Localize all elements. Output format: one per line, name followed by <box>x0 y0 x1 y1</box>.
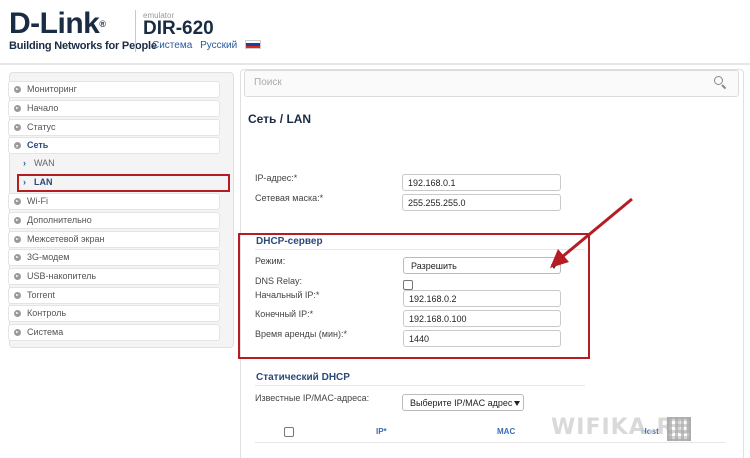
chevron-right-icon <box>14 254 21 261</box>
lan-highlight-box <box>17 174 230 192</box>
chevron-right-icon <box>14 217 21 224</box>
model-name: DIR-620 <box>143 18 214 39</box>
logo-reg-mark: ® <box>99 19 106 29</box>
chevron-right-icon <box>14 86 21 93</box>
subnet-mask-label: Сетевая маска:* <box>255 193 324 203</box>
sidebar-item-label: Межсетевой экран <box>27 234 105 244</box>
sidebar-item-label: Система <box>27 327 64 337</box>
ip-address-field[interactable]: 192.168.0.1 <box>402 174 561 191</box>
header-divider <box>135 10 136 52</box>
sidebar-item-label: Wi-Fi <box>27 196 48 206</box>
known-addresses-label: Известные IP/MAC-адреса: <box>255 393 370 403</box>
sidebar-item-label: Контроль <box>27 308 67 318</box>
chevron-right-icon <box>14 273 21 280</box>
chevron-right-icon <box>14 198 21 205</box>
sidebar-item-control[interactable]: Контроль <box>8 305 220 322</box>
table-header-divider <box>255 442 725 443</box>
search-placeholder: Поиск <box>254 77 282 88</box>
ip-address-label: IP-адрес:* <box>255 173 298 183</box>
sidebar-item-network[interactable]: Сеть <box>8 137 220 154</box>
search-input[interactable]: Поиск <box>244 70 739 97</box>
qr-code-icon <box>667 417 691 441</box>
sidebar-item-firewall[interactable]: Межсетевой экран <box>8 231 220 248</box>
dhcp-highlight-box <box>238 233 590 359</box>
language-link[interactable]: Русский <box>200 40 237 51</box>
sidebar-item-label: WAN <box>34 158 55 168</box>
sidebar-item-label: Torrent <box>27 290 56 300</box>
sidebar-subitem-wan[interactable]: WAN <box>17 155 220 172</box>
logo-text: D-Link <box>9 7 100 40</box>
sidebar-item-wifi[interactable]: Wi-Fi <box>8 193 220 210</box>
header: D-Link® Building Networks for People emu… <box>0 0 750 64</box>
chevron-right-icon <box>14 236 21 243</box>
sidebar-item-torrent[interactable]: Torrent <box>8 287 220 304</box>
known-addresses-value: Выберите IP/MAC адрес <box>410 398 513 408</box>
known-addresses-select[interactable]: Выберите IP/MAC адрес <box>402 394 524 411</box>
subnet-mask-field[interactable]: 255.255.255.0 <box>402 194 561 211</box>
sidebar-item-label: Начало <box>27 103 59 113</box>
system-link[interactable]: Система <box>152 40 192 51</box>
search-icon[interactable] <box>714 76 727 90</box>
sidebar-item-label: 3G-модем <box>27 252 70 262</box>
sidebar-item-usb-storage[interactable]: USB-накопитель <box>8 268 220 285</box>
chevron-down-icon <box>14 142 21 149</box>
static-dhcp-title: Статический DHCP <box>256 372 350 383</box>
column-ip: IP* <box>376 427 387 436</box>
chevron-right-icon <box>14 124 21 131</box>
column-mac: MAC <box>497 427 516 436</box>
chevron-down-icon <box>514 401 520 406</box>
sidebar-item-monitoring[interactable]: Мониторинг <box>8 81 220 98</box>
page-title: Сеть / LAN <box>248 112 312 126</box>
russian-flag-icon[interactable] <box>244 40 261 49</box>
sidebar-item-status[interactable]: Статус <box>8 119 220 136</box>
sidebar-item-start[interactable]: Начало <box>8 100 220 117</box>
static-dhcp-divider <box>255 385 585 386</box>
select-all-checkbox[interactable] <box>284 427 294 437</box>
sidebar-item-label: Дополнительно <box>27 215 92 225</box>
header-links: Система Русский <box>152 40 266 51</box>
sidebar-item-advanced[interactable]: Дополнительно <box>8 212 220 229</box>
chevron-right-icon <box>14 105 21 112</box>
sidebar-item-3g-modem[interactable]: 3G-модем <box>8 249 220 266</box>
chevron-right-icon <box>14 292 21 299</box>
sidebar-item-label: Статус <box>27 122 56 132</box>
header-separator <box>0 63 750 65</box>
sidebar-item-system[interactable]: Система <box>8 324 220 341</box>
chevron-right-icon <box>14 310 21 317</box>
sidebar-item-label: USB-накопитель <box>27 271 97 281</box>
sidebar-item-label: Сеть <box>27 140 49 150</box>
sidebar-item-label: Мониторинг <box>27 84 77 94</box>
chevron-right-icon <box>14 329 21 336</box>
